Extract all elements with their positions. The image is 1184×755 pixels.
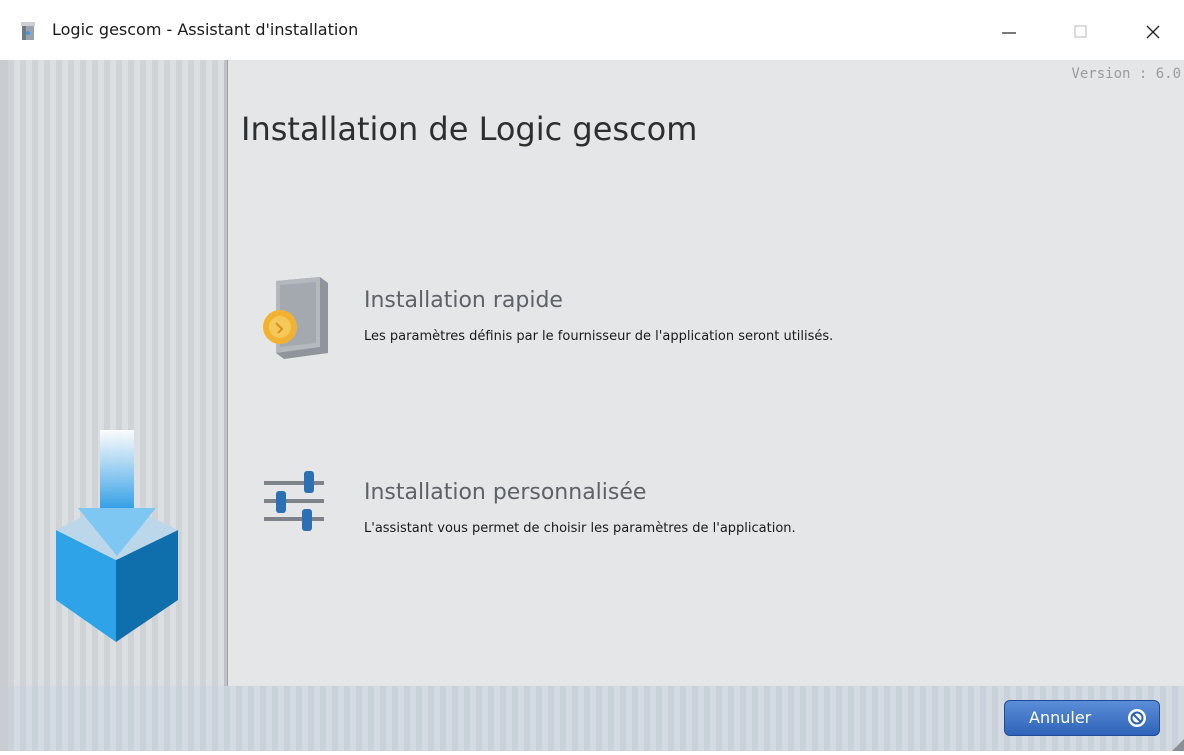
- minimize-button[interactable]: [984, 10, 1034, 54]
- main-panel: Version : 6.0 Installation de Logic gesc…: [227, 60, 1184, 687]
- footer-bar: Annuler: [8, 686, 1184, 751]
- page-title: Installation de Logic gescom: [241, 110, 698, 148]
- maximize-button[interactable]: [1056, 10, 1106, 54]
- custom-install-title: Installation personnalisée: [364, 480, 647, 505]
- download-box-icon: [56, 430, 178, 642]
- version-label: Version : 6.0: [1071, 66, 1181, 82]
- quick-install-description: Les paramètres définis par le fournisseu…: [364, 329, 834, 344]
- window-border: [0, 60, 8, 751]
- quick-install-title: Installation rapide: [364, 288, 563, 313]
- sidebar-banner: [8, 60, 224, 686]
- custom-install-option[interactable]: Installation personnalisée L'assistant v…: [258, 465, 1158, 565]
- resize-grip-icon[interactable]: [1168, 735, 1184, 751]
- sliders-icon: [258, 465, 338, 555]
- quick-install-icon: [258, 273, 338, 363]
- close-button[interactable]: [1128, 10, 1178, 54]
- installer-app-icon: [18, 20, 38, 42]
- quick-install-option[interactable]: Installation rapide Les paramètres défin…: [258, 273, 1158, 373]
- cancel-button[interactable]: Annuler: [1004, 700, 1160, 736]
- custom-install-description: L'assistant vous permet de choisir les p…: [364, 521, 796, 536]
- window-title: Logic gescom - Assistant d'installation: [52, 20, 359, 39]
- cancel-icon: [1127, 708, 1147, 728]
- cancel-label: Annuler: [1029, 708, 1092, 727]
- title-bar[interactable]: Logic gescom - Assistant d'installation: [0, 0, 1184, 61]
- installer-window: Logic gescom - Assistant d'installation: [0, 0, 1184, 751]
